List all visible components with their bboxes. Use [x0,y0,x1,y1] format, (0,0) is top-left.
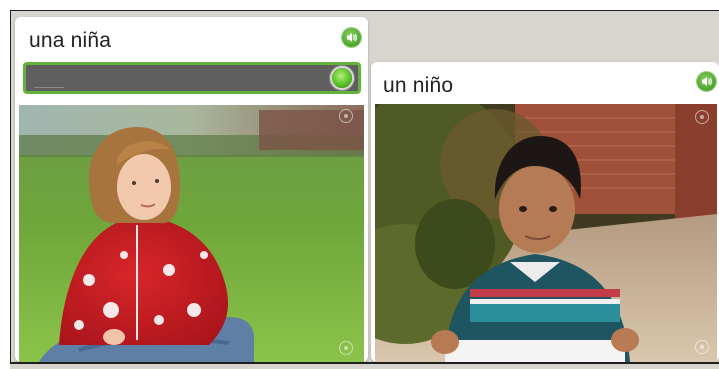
card-word: una niña [29,29,112,52]
speaker-icon[interactable] [342,28,361,47]
speaker-icon[interactable] [697,72,716,91]
speaker-glyph [702,77,712,86]
answer-input[interactable] [26,65,358,91]
vocab-card-un-nino[interactable]: un niño [371,62,719,362]
card-word: un niño [383,74,454,97]
microphone-icon[interactable] [332,68,352,88]
photo-corner-icon [339,341,353,355]
photo-corner-icon [695,110,709,124]
stage-border-bottom [10,362,719,364]
speaker-glyph [347,33,357,42]
answer-input-field[interactable] [23,62,361,94]
photo-corner-icon [339,109,353,123]
answer-caret-underline [34,87,64,88]
photo-corner-icon [695,340,709,354]
girl-photo-illustration [19,105,364,362]
photo-girl [19,105,364,362]
vocab-card-una-nina[interactable]: una niña [15,17,368,362]
boy-photo-illustration [375,104,717,362]
stage-border-top [10,10,719,11]
photo-boy [375,104,717,362]
stage-border-left [10,10,11,362]
